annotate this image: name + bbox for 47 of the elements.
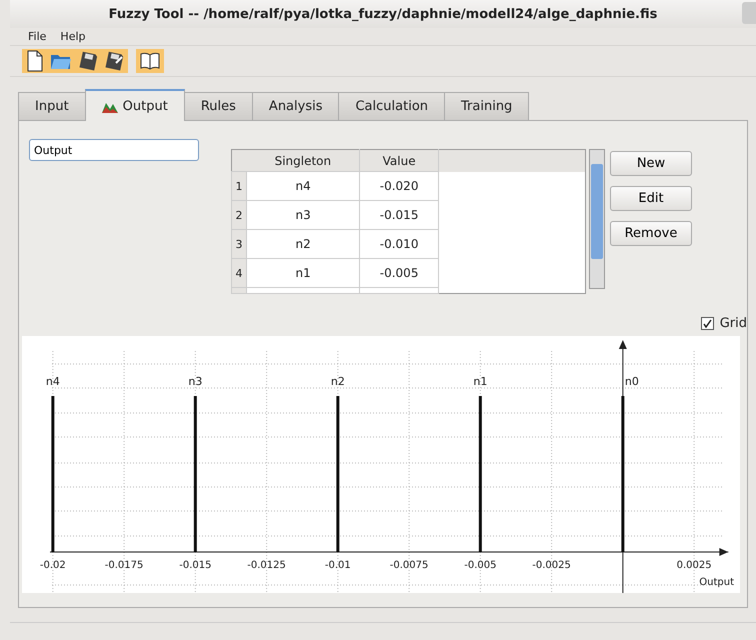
action-button[interactable]: New	[610, 151, 692, 176]
singleton-label: n4	[46, 375, 60, 388]
singleton-label: n0	[624, 375, 639, 388]
table-cell: -0.020	[360, 172, 438, 200]
window-title: Fuzzy Tool -- /home/ralf/pya/lotka_fuzzy/daphnie/modell24/alge_daphnie.fis	[108, 6, 658, 22]
table-cell: n2	[246, 230, 360, 258]
tab[interactable]: Analysis	[252, 92, 340, 120]
table-cell: n3	[246, 200, 360, 230]
column-header: Value	[360, 150, 438, 172]
name-field[interactable]: Output	[29, 139, 199, 161]
table-cell: -0.015	[360, 200, 438, 230]
menu-item[interactable]: File	[28, 30, 46, 43]
table-cell: -0.010	[360, 230, 438, 258]
tick-label: -0.0125	[247, 560, 286, 571]
menu-item[interactable]: Help	[60, 30, 86, 43]
tick-label: -0.005	[464, 560, 496, 571]
row-number: 4	[232, 258, 246, 288]
action-button[interactable]: Remove	[610, 221, 692, 246]
column-header: Singleton	[246, 150, 360, 172]
singleton-label: n2	[330, 375, 345, 388]
tick-label: -0.02	[40, 560, 66, 571]
table-cell: -0.005	[360, 258, 438, 288]
checkbox[interactable]	[700, 317, 714, 330]
row-number: 3	[232, 230, 246, 258]
tick-label: -0.0175	[104, 560, 144, 571]
table-cell: n4	[246, 172, 360, 200]
book-icon[interactable]	[140, 51, 160, 71]
tick-label: 0.0025	[676, 560, 712, 571]
singleton-label: n1	[473, 375, 488, 388]
singleton-label: n3	[188, 375, 202, 388]
tab[interactable]: Training	[444, 92, 530, 120]
tab[interactable]: Rules	[184, 92, 253, 120]
row-number: 1	[232, 172, 246, 200]
tick-label: -0.01	[324, 560, 351, 571]
axis-title: Output	[699, 577, 734, 588]
new-file-icon[interactable]	[26, 50, 44, 72]
scrollbar[interactable]	[589, 149, 605, 289]
tick-label: -0.0075	[390, 560, 428, 571]
tick-label: -0.0025	[532, 560, 571, 571]
checkbox-label: Grid	[720, 316, 747, 331]
action-button[interactable]: Edit	[610, 186, 692, 211]
tick-label: -0.015	[179, 560, 212, 571]
row-number: 2	[232, 200, 246, 230]
tab[interactable]: Input	[18, 92, 86, 120]
tab[interactable]: Calculation	[338, 92, 446, 120]
tab[interactable]: Output	[84, 89, 185, 121]
table-cell: n1	[246, 258, 360, 288]
